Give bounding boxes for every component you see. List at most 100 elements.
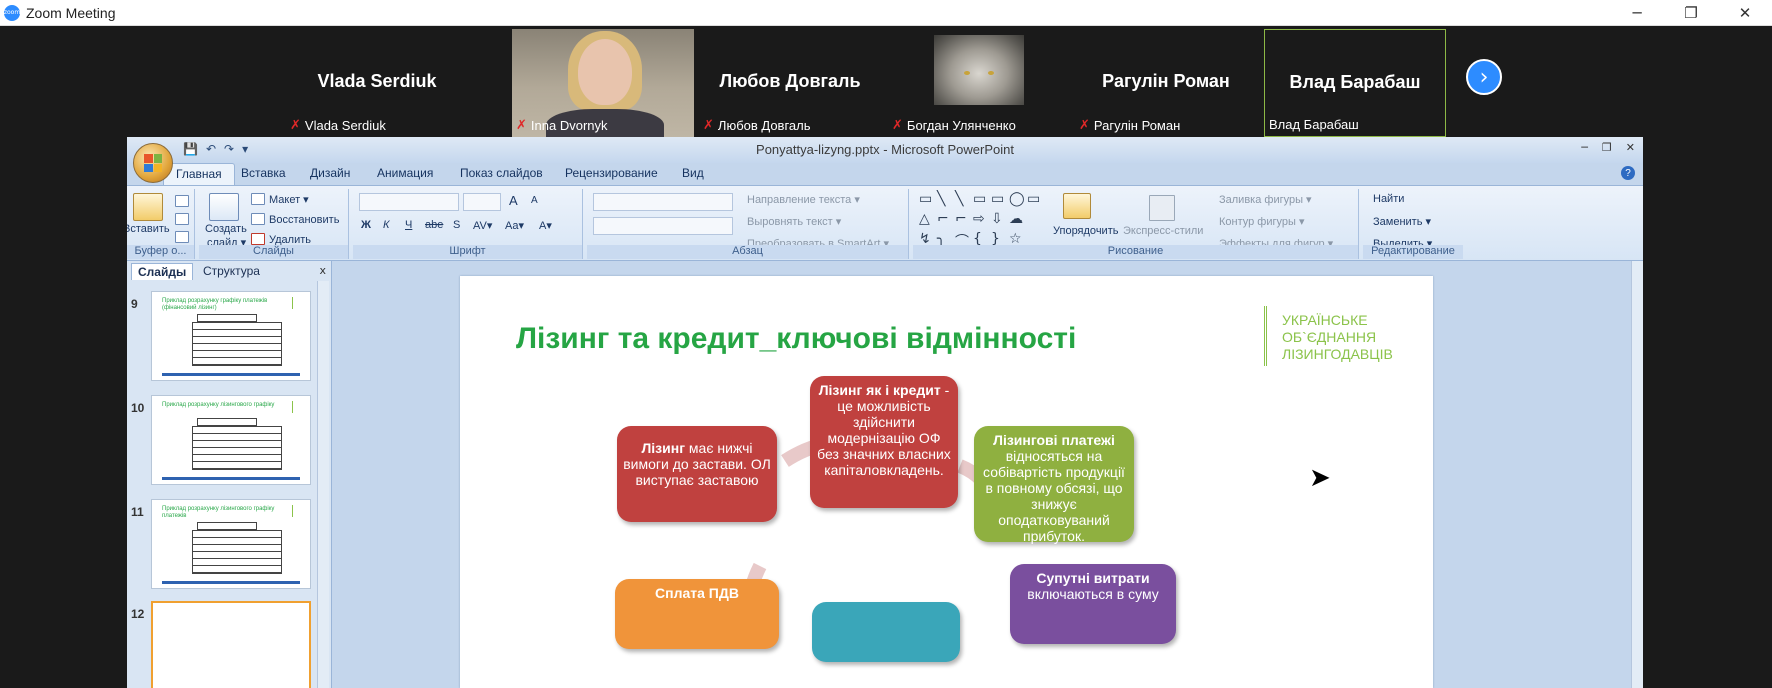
- slide-number: 10: [131, 401, 145, 415]
- ribbon-tabs: Главная Вставка Дизайн Анимация Показ сл…: [127, 163, 1643, 186]
- shape-rect-icon[interactable]: ▭: [919, 191, 932, 207]
- layout-icon: [251, 193, 265, 205]
- current-slide[interactable]: Лізинг та кредит_ключові відмінності УКР…: [460, 276, 1433, 688]
- font-color-button[interactable]: A▾: [539, 219, 552, 232]
- tab-outline[interactable]: Структура: [197, 263, 266, 279]
- participant-tile[interactable]: Любов Довгаль ✗ Любов Довгаль: [699, 29, 881, 137]
- arrange-button[interactable]: Упорядочить: [1053, 225, 1118, 237]
- shared-screen-powerpoint: 💾 ↶ ↷ ▾ Ponyattya-lizyng.pptx - Microsof…: [127, 137, 1643, 688]
- close-panel-icon[interactable]: x: [319, 264, 326, 277]
- close-button[interactable]: ✕: [1718, 0, 1772, 26]
- group-clipboard: Вставить Буфер о...: [127, 189, 195, 259]
- shape-round-rect-icon[interactable]: ▭: [991, 191, 1004, 207]
- shadow-button[interactable]: S: [453, 219, 460, 231]
- alignment-buttons[interactable]: [593, 217, 733, 235]
- italic-button[interactable]: К: [383, 219, 389, 231]
- tab-design[interactable]: Дизайн: [310, 166, 350, 180]
- group-label: Слайды: [199, 245, 348, 259]
- new-slide-button[interactable]: Создать: [205, 223, 247, 235]
- shape-cloud-icon[interactable]: ☁: [1009, 211, 1023, 227]
- shape-outline-button[interactable]: Контур фигуры ▾: [1219, 215, 1305, 228]
- shape-connector2-icon[interactable]: ⌐: [955, 211, 967, 227]
- slide-editing-area: Лізинг та кредит_ключові відмінності УКР…: [333, 261, 1643, 688]
- find-button[interactable]: Найти: [1373, 193, 1404, 205]
- office-button[interactable]: [133, 143, 173, 183]
- underline-button[interactable]: Ч: [405, 219, 412, 231]
- tab-insert[interactable]: Вставка: [241, 166, 286, 180]
- tab-home[interactable]: Главная: [163, 163, 235, 186]
- participant-display-name: Влад Барабаш: [1289, 72, 1421, 92]
- box-orange: Сплата ПДВ: [615, 579, 779, 649]
- replace-button[interactable]: Заменить ▾: [1373, 215, 1431, 228]
- participant-label: Рагулін Роман: [1093, 118, 1181, 133]
- box-leasing-like-credit: Лізинг як і кредит - це можливість здійс…: [810, 376, 958, 508]
- tab-review[interactable]: Рецензирование: [565, 166, 658, 180]
- restore-button[interactable]: ❐: [1664, 0, 1718, 26]
- ppt-close-button[interactable]: ✕: [1626, 141, 1635, 154]
- slide-scrollbar[interactable]: [1631, 261, 1643, 688]
- layout-button[interactable]: Макет ▾: [269, 193, 309, 206]
- participant-tile[interactable]: Рагулін Роман ✗ Рагулін Роман: [1075, 29, 1257, 137]
- shape-arrow-line-icon[interactable]: ╲: [955, 191, 963, 207]
- shape-rect3-icon[interactable]: ▭: [1027, 191, 1040, 207]
- panel-scrollbar[interactable]: [317, 281, 329, 688]
- font-name-input[interactable]: [359, 193, 459, 211]
- tab-slideshow[interactable]: Показ слайдов: [460, 166, 543, 180]
- reset-button[interactable]: Восстановить: [269, 214, 339, 226]
- participant-label: Богдан Улянченко: [906, 118, 1016, 133]
- participant-tile[interactable]: ✗ Inna Dvornyk: [512, 29, 694, 137]
- slide-thumbnail[interactable]: Приклад розрахунку лізингового графіку: [151, 395, 311, 485]
- format-painter-icon[interactable]: [175, 231, 189, 243]
- minimize-button[interactable]: ─: [1610, 0, 1664, 26]
- paste-button[interactable]: Вставить: [127, 223, 170, 235]
- bold-button[interactable]: Ж: [361, 219, 371, 231]
- group-label: Абзац: [587, 245, 908, 259]
- shape-right-arrow-icon[interactable]: ⇨: [973, 211, 985, 227]
- grow-font-button[interactable]: A: [509, 193, 518, 208]
- arrange-icon: [1063, 193, 1091, 219]
- participant-avatar-image: [934, 35, 1024, 105]
- align-text-button[interactable]: Выровнять текст ▾: [747, 215, 841, 228]
- quick-styles-button[interactable]: Экспресс-стили: [1123, 225, 1203, 237]
- shape-rect2-icon[interactable]: ▭: [973, 191, 986, 207]
- tab-slides[interactable]: Слайды: [131, 263, 194, 280]
- slide-thumbnail[interactable]: Приклад розрахунку лізингового графіку п…: [151, 499, 311, 589]
- next-page-button[interactable]: ›: [1466, 59, 1502, 95]
- participant-tile-active-speaker[interactable]: Влад Барабаш Влад Барабаш: [1264, 29, 1446, 137]
- shape-oval-icon[interactable]: ◯: [1009, 191, 1025, 207]
- list-buttons[interactable]: [593, 193, 733, 211]
- change-case-button[interactable]: Aa▾: [505, 219, 524, 232]
- slide-number: 12: [131, 607, 145, 621]
- shape-triangle-icon[interactable]: △: [919, 211, 930, 227]
- shape-connector-icon[interactable]: ⌐: [937, 211, 949, 227]
- shape-fill-button[interactable]: Заливка фигуры ▾: [1219, 193, 1312, 206]
- ribbon: Вставить Буфер о... Создать слайд ▾ Маке…: [127, 185, 1643, 261]
- tab-view[interactable]: Вид: [682, 166, 704, 180]
- text-direction-button[interactable]: Направление текста ▾: [747, 193, 860, 206]
- ppt-minimize-button[interactable]: ─: [1581, 141, 1588, 154]
- participant-tile[interactable]: Vlada Serdiuk ✗ Vlada Serdiuk: [286, 29, 468, 137]
- group-slides: Создать слайд ▾ Макет ▾ Восстановить Уда…: [199, 189, 349, 259]
- shrink-font-button[interactable]: A: [531, 195, 538, 206]
- reset-icon: [251, 213, 265, 225]
- group-label: Шрифт: [353, 245, 582, 259]
- tab-animation[interactable]: Анимация: [377, 166, 433, 180]
- shape-line-icon[interactable]: ╲: [937, 191, 945, 207]
- copy-icon[interactable]: [175, 213, 189, 225]
- muted-mic-icon: ✗: [516, 118, 527, 133]
- slide-thumbnail[interactable]: Приклад розрахунку графіку платежів (фін…: [151, 291, 311, 381]
- participant-display-name: Рагулін Роман: [1102, 71, 1230, 91]
- muted-mic-icon: ✗: [1079, 118, 1090, 133]
- font-size-input[interactable]: [463, 193, 501, 211]
- ppt-restore-button[interactable]: ❐: [1602, 141, 1612, 154]
- participant-tile[interactable]: ✗ Богдан Улянченко: [888, 29, 1070, 137]
- shape-down-arrow-icon[interactable]: ⇩: [991, 211, 1003, 227]
- char-spacing-button[interactable]: AV▾: [473, 219, 492, 232]
- strikethrough-button[interactable]: abe: [425, 219, 443, 231]
- cut-icon[interactable]: [175, 195, 189, 207]
- window-title: Zoom Meeting: [26, 4, 116, 21]
- slide-thumbnail-selected[interactable]: [151, 601, 311, 688]
- help-icon[interactable]: ?: [1621, 166, 1635, 180]
- delete-icon: [251, 233, 265, 245]
- new-slide-icon: [209, 193, 239, 221]
